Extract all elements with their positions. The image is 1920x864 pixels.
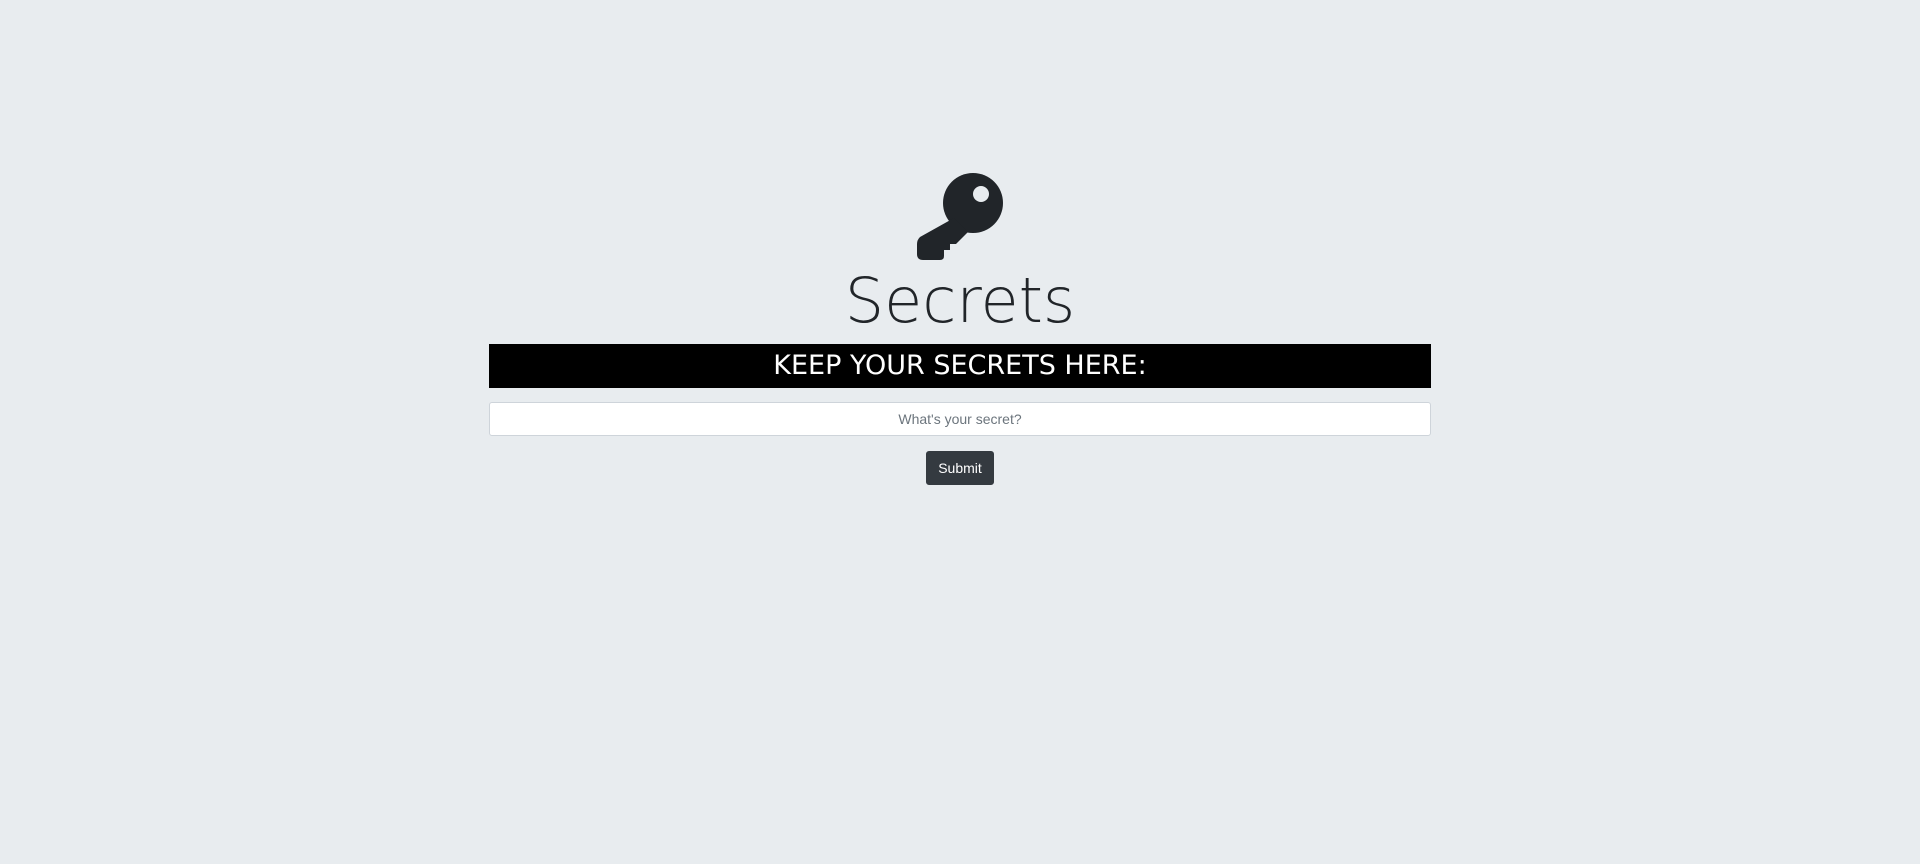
page: Secrets KEEP YOUR SECRETS HERE: Submit xyxy=(0,0,1920,864)
key-icon xyxy=(917,173,1003,260)
app-title: Secrets xyxy=(844,264,1076,337)
submit-button[interactable]: Submit xyxy=(926,451,994,485)
secret-input[interactable] xyxy=(489,402,1431,436)
secrets-banner: KEEP YOUR SECRETS HERE: xyxy=(489,344,1431,388)
